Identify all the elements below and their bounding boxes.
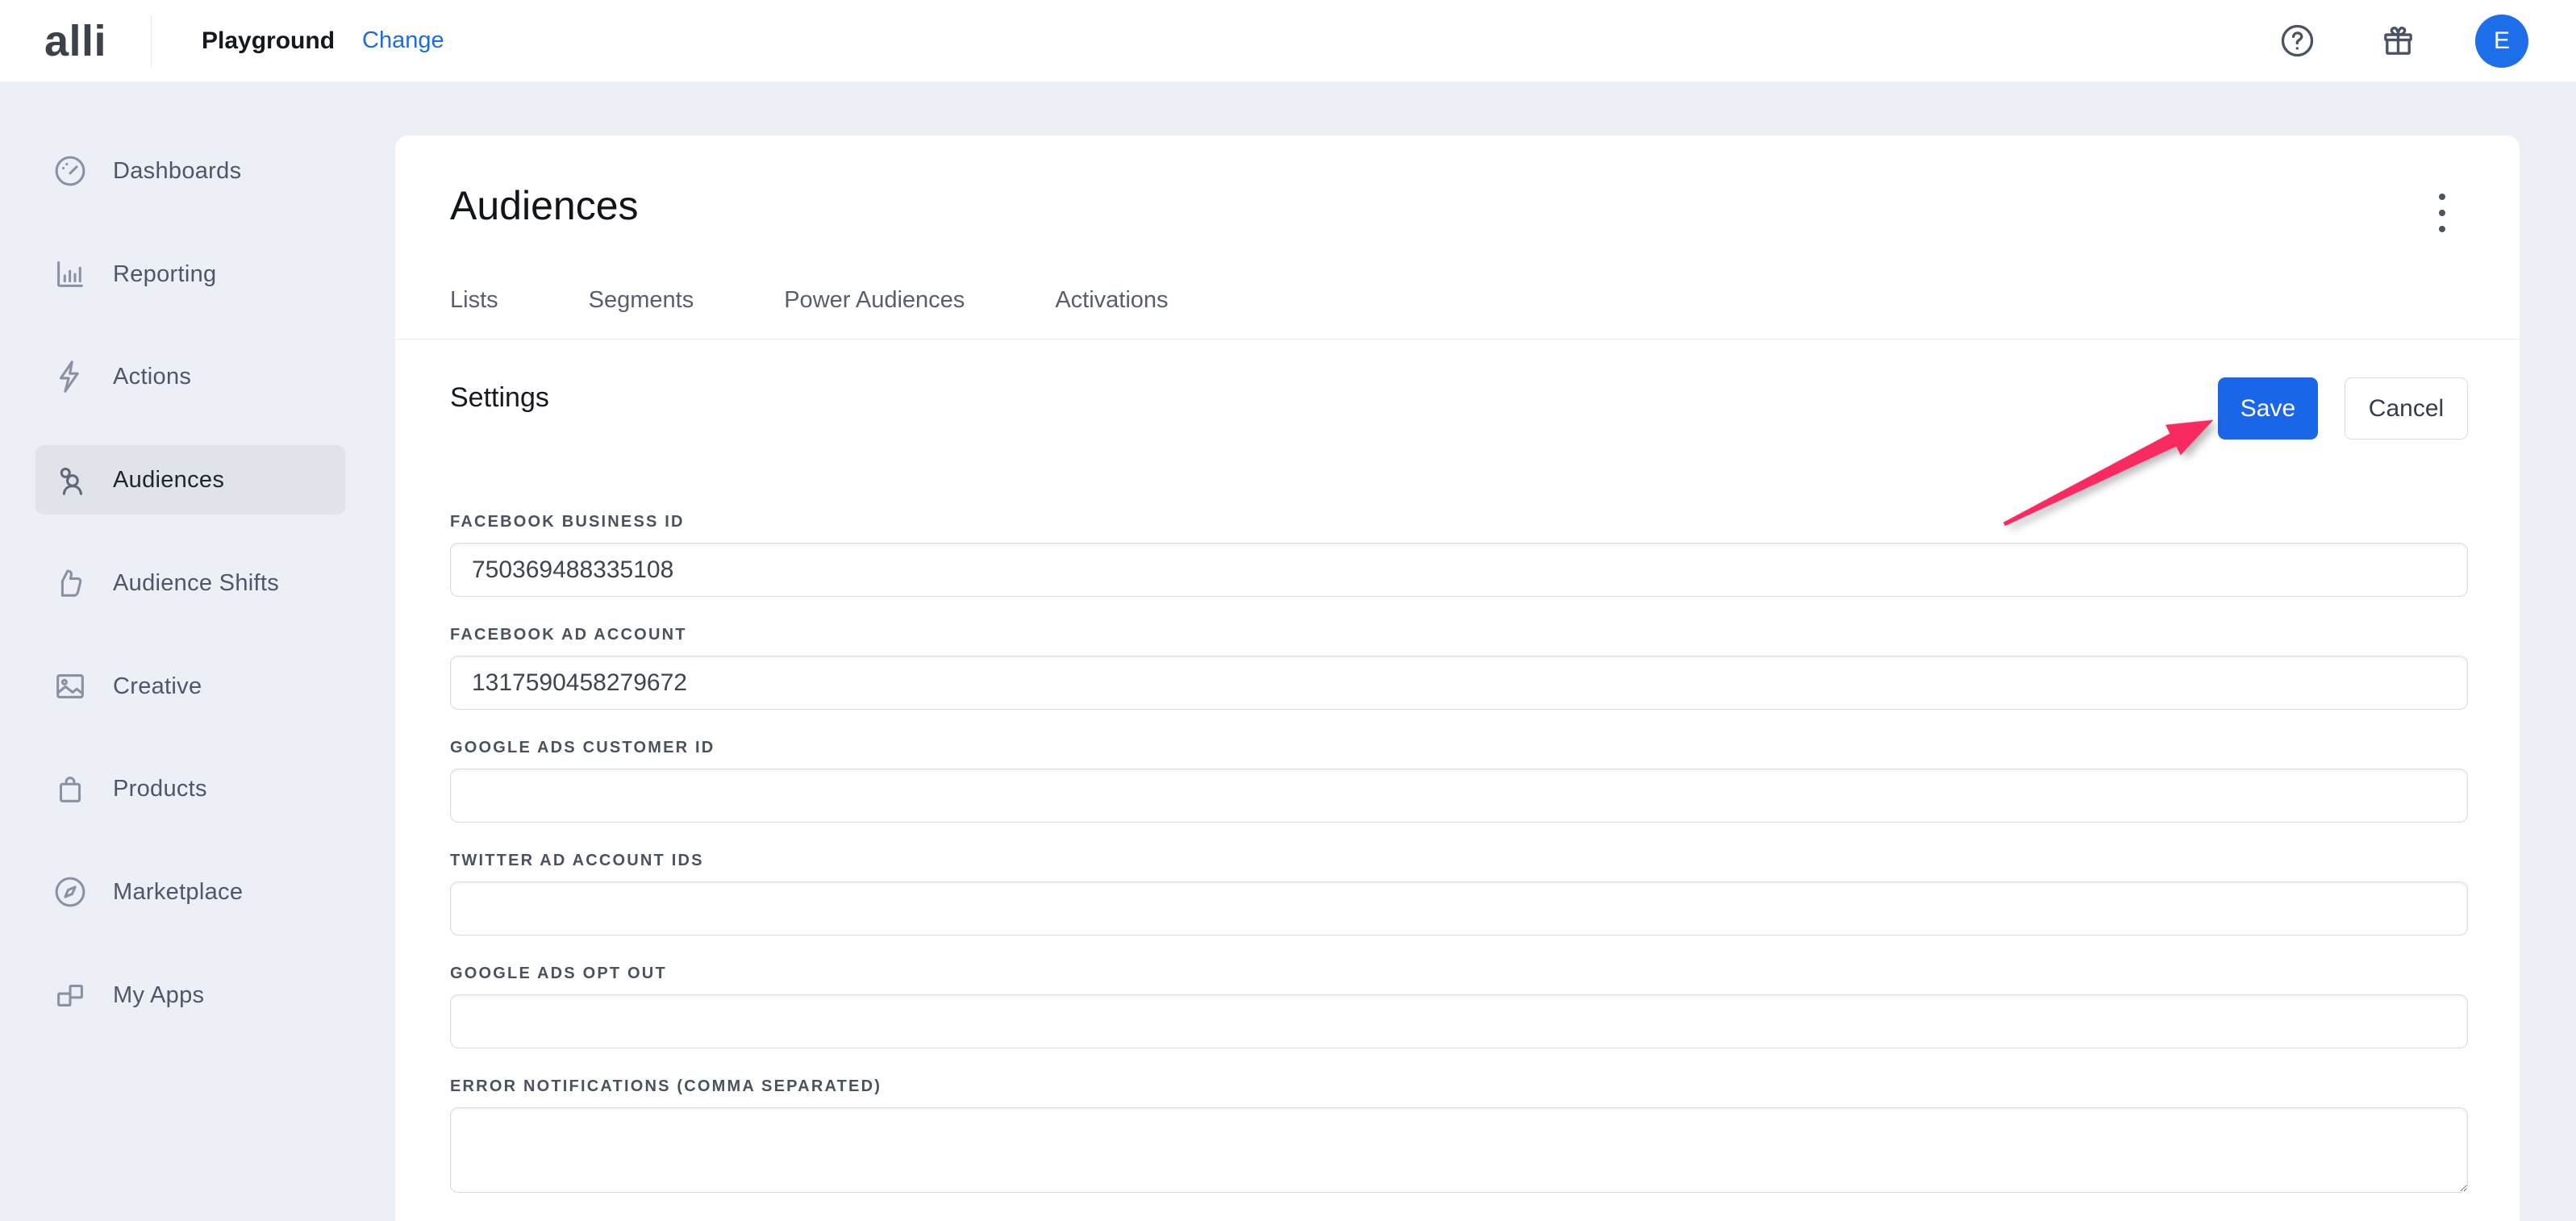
sidebar-item-marketplace[interactable]: Marketplace [35, 857, 345, 927]
page-title: Audiences [450, 182, 639, 229]
avatar-initial: E [2494, 27, 2510, 55]
topbar-divider [151, 15, 152, 67]
field-error-notifications: ERROR NOTIFICATIONS (COMMA SEPARATED) [450, 1077, 2468, 1193]
topbar: alli Playground Change E [0, 0, 2576, 82]
sidebar-item-label: Dashboards [113, 158, 241, 185]
sidebar-item-reporting[interactable]: Reporting [35, 240, 345, 309]
logo-wrap: alli [0, 16, 151, 66]
lightning-icon [52, 358, 89, 395]
gift-icon[interactable] [2379, 22, 2417, 60]
topbar-actions: E [2278, 15, 2528, 68]
sidebar-item-label: My Apps [113, 982, 204, 1009]
sidebar-item-products[interactable]: Products [35, 754, 345, 823]
shopping-bag-icon [52, 770, 89, 807]
blocks-icon [52, 977, 89, 1014]
tab-bar: Lists Segments Power Audiences Activatio… [450, 287, 1169, 331]
facebook-ad-account-input[interactable] [450, 656, 2468, 710]
sidebar-item-label: Audiences [113, 467, 224, 494]
sidebar-item-label: Actions [113, 364, 191, 390]
field-label: FACEBOOK BUSINESS ID [450, 513, 2468, 531]
settings-section-title: Settings [450, 382, 549, 414]
sidebar-item-label: Creative [113, 673, 202, 700]
field-label: TWITTER AD ACCOUNT IDS [450, 852, 2468, 870]
tab-power-audiences[interactable]: Power Audiences [784, 287, 965, 331]
audiences-card: Audiences Lists Segments Power Audiences… [395, 135, 2520, 1221]
sidebar-item-label: Marketplace [113, 879, 243, 906]
sidebar-item-label: Products [113, 776, 207, 802]
error-notifications-textarea[interactable] [450, 1107, 2468, 1193]
field-label: GOOGLE ADS CUSTOMER ID [450, 739, 2468, 757]
sidebar-item-label: Reporting [113, 261, 216, 288]
tab-lists[interactable]: Lists [450, 287, 498, 331]
tab-activations[interactable]: Activations [1055, 287, 1168, 331]
kebab-menu-icon[interactable] [2424, 184, 2460, 242]
field-facebook-business-id: FACEBOOK BUSINESS ID [450, 513, 2468, 597]
save-button[interactable]: Save [2218, 377, 2318, 440]
field-label: ERROR NOTIFICATIONS (COMMA SEPARATED) [450, 1077, 2468, 1096]
change-workspace-link[interactable]: Change [362, 27, 444, 54]
sidebar-nav: Dashboards Reporting Actions Audiences A… [0, 82, 371, 1221]
thumbs-up-icon [52, 565, 89, 602]
sidebar-item-audiences[interactable]: Audiences [35, 445, 345, 515]
twitter-ad-account-ids-input[interactable] [450, 881, 2468, 936]
bar-chart-icon [52, 256, 89, 293]
field-twitter-ad-account-ids: TWITTER AD ACCOUNT IDS [450, 852, 2468, 936]
google-ads-customer-id-input[interactable] [450, 769, 2468, 823]
image-icon [52, 668, 89, 705]
people-icon [52, 461, 89, 498]
help-circle-icon[interactable] [2278, 22, 2316, 60]
alli-logo: alli [44, 16, 106, 66]
sidebar-item-label: Audience Shifts [113, 570, 279, 597]
sidebar-item-audience-shifts[interactable]: Audience Shifts [35, 548, 345, 618]
sidebar-item-creative[interactable]: Creative [35, 652, 345, 721]
field-label: GOOGLE ADS OPT OUT [450, 965, 2468, 983]
field-google-ads-customer-id: GOOGLE ADS CUSTOMER ID [450, 739, 2468, 823]
sidebar-item-dashboards[interactable]: Dashboards [35, 136, 345, 206]
field-label: FACEBOOK AD ACCOUNT [450, 626, 2468, 644]
field-facebook-ad-account: FACEBOOK AD ACCOUNT [450, 626, 2468, 710]
sidebar-item-my-apps[interactable]: My Apps [35, 961, 345, 1030]
tabs-divider [395, 339, 2520, 340]
cancel-button[interactable]: Cancel [2345, 377, 2468, 440]
user-avatar[interactable]: E [2475, 15, 2528, 68]
tab-segments[interactable]: Segments [589, 287, 694, 331]
gauge-icon [52, 152, 89, 190]
sidebar-item-actions[interactable]: Actions [35, 342, 345, 411]
workspace-name: Playground [202, 27, 335, 55]
google-ads-opt-out-input[interactable] [450, 994, 2468, 1048]
facebook-business-id-input[interactable] [450, 543, 2468, 597]
compass-icon [52, 873, 89, 911]
field-google-ads-opt-out: GOOGLE ADS OPT OUT [450, 965, 2468, 1048]
